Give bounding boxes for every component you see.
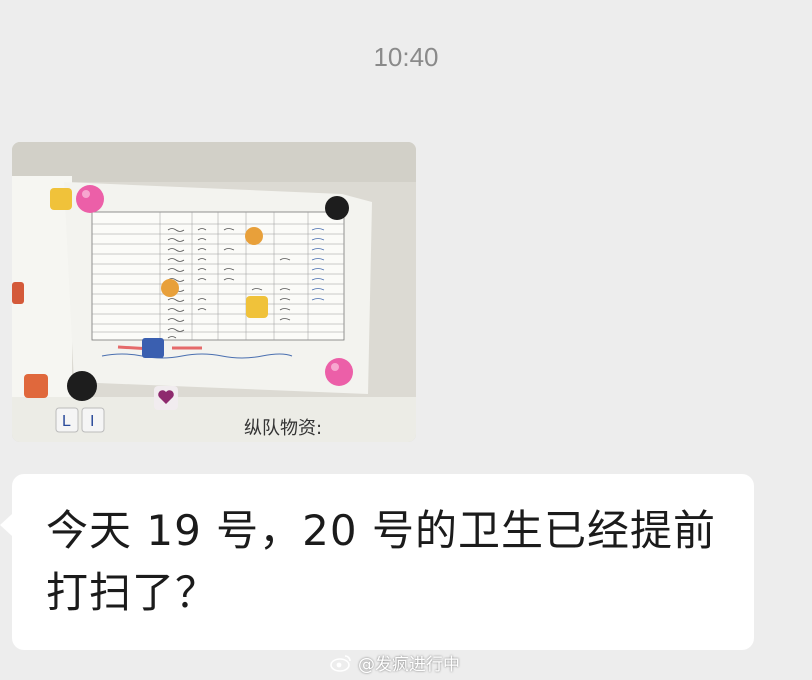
watermark: @发疯进行中	[330, 650, 460, 675]
message-text: 今天 19 号，20 号的卫生已经提前打扫了？	[46, 506, 716, 617]
text-message-bubble[interactable]: 今天 19 号，20 号的卫生已经提前打扫了？	[0, 474, 754, 650]
weibo-logo-icon	[330, 654, 351, 672]
watermark-text: @发疯进行中	[358, 655, 460, 675]
handwriting-note: 纵队物资:	[244, 418, 322, 439]
chat-timestamp: 10:40	[373, 42, 439, 72]
cleaning-schedule-photo: L I 纵队物资:	[12, 142, 416, 442]
image-message[interactable]: L I 纵队物资:	[12, 142, 416, 442]
svg-text:L: L	[62, 413, 71, 430]
svg-text:I: I	[90, 413, 94, 430]
